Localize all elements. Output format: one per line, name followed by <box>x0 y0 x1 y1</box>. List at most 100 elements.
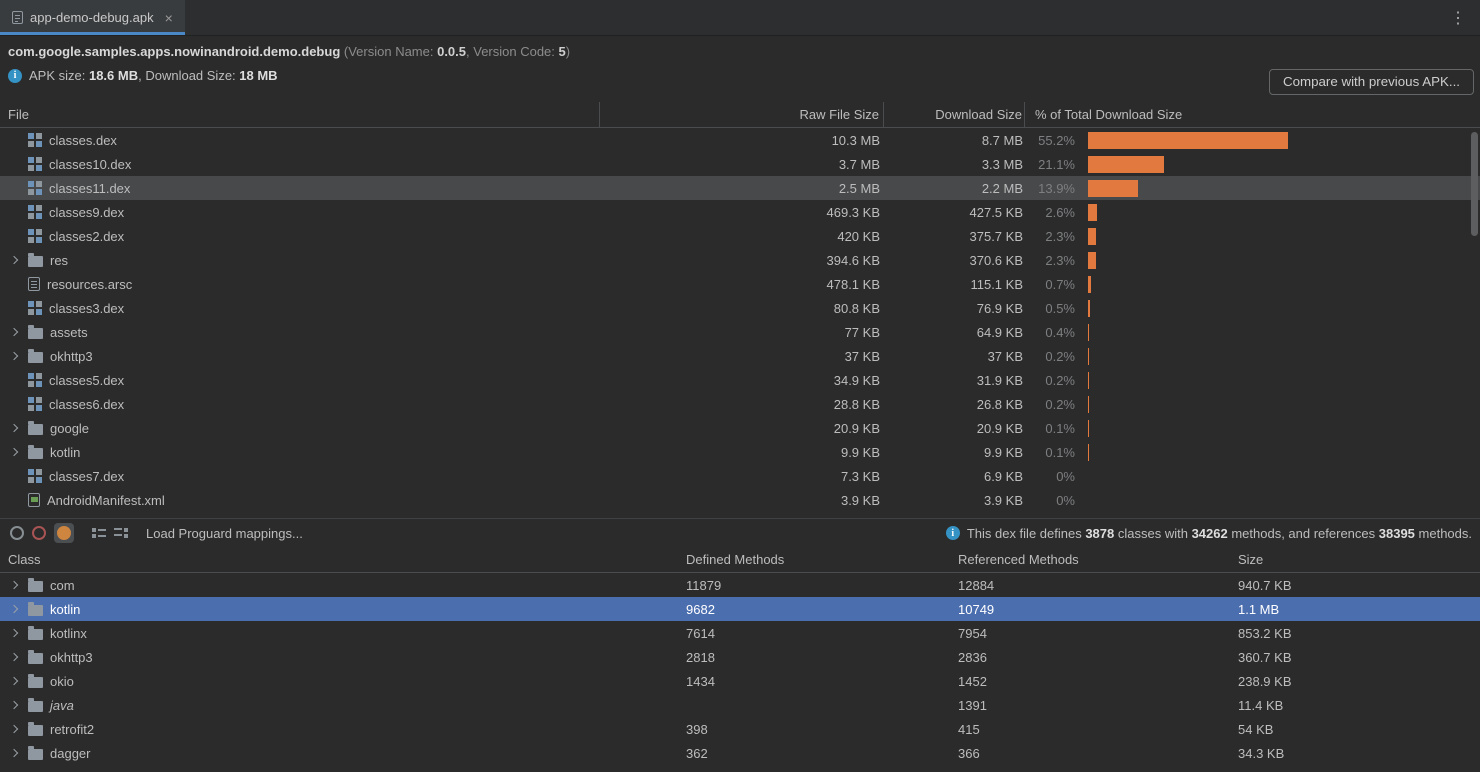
more-options-icon[interactable]: ⋮ <box>1436 8 1480 28</box>
file-cell: classes2.dex <box>0 229 600 244</box>
percent-cell: 13.9% <box>1025 181 1081 196</box>
column-header-size[interactable]: Size <box>1230 552 1480 567</box>
percent-bar <box>1088 324 1089 341</box>
version-suffix: ) <box>566 44 570 59</box>
download-size-label: , Download Size: <box>138 68 239 83</box>
file-table-row[interactable]: classes7.dex 7.3 KB 6.9 KB 0% <box>0 464 1480 488</box>
chevron-right-icon[interactable] <box>10 677 18 685</box>
file-table-row[interactable]: classes9.dex 469.3 KB 427.5 KB 2.6% <box>0 200 1480 224</box>
class-table-row[interactable]: kotlinx 7614 7954 853.2 KB <box>0 621 1480 645</box>
size-cell: 34.3 KB <box>1230 746 1480 761</box>
file-table-row[interactable]: kotlin 9.9 KB 9.9 KB 0.1% <box>0 440 1480 464</box>
file-table-row[interactable]: okhttp3 37 KB 37 KB 0.2% <box>0 344 1480 368</box>
file-name: classes7.dex <box>49 469 124 484</box>
chevron-right-icon[interactable] <box>10 424 18 432</box>
chevron-right-icon[interactable] <box>10 749 18 757</box>
percent-cell: 0.4% <box>1025 325 1081 340</box>
file-name: google <box>50 421 89 436</box>
file-name: classes3.dex <box>49 301 124 316</box>
percent-cell: 0.1% <box>1025 421 1081 436</box>
chevron-right-icon[interactable] <box>10 352 18 360</box>
defined-methods-cell: 7614 <box>678 626 950 641</box>
column-header-percent[interactable]: % of Total Download Size <box>1025 102 1480 127</box>
filter-methods-icon[interactable] <box>32 526 46 540</box>
percent-bar-cell <box>1081 152 1480 176</box>
column-header-raw-size[interactable]: Raw File Size <box>600 102 884 127</box>
column-header-referenced-methods[interactable]: Referenced Methods <box>950 552 1230 567</box>
file-icon <box>28 133 42 147</box>
file-name: classes.dex <box>49 133 117 148</box>
file-table-row[interactable]: classes3.dex 80.8 KB 76.9 KB 0.5% <box>0 296 1480 320</box>
chevron-right-icon[interactable] <box>10 701 18 709</box>
percent-cell: 21.1% <box>1025 157 1081 172</box>
file-name: okhttp3 <box>50 349 93 364</box>
column-header-class[interactable]: Class <box>0 552 678 567</box>
raw-size-cell: 3.9 KB <box>600 493 884 508</box>
dex-info-prefix: This dex file defines <box>967 526 1086 541</box>
file-table-row[interactable]: classes6.dex 28.8 KB 26.8 KB 0.2% <box>0 392 1480 416</box>
package-folder-icon <box>28 701 43 712</box>
collapse-all-icon[interactable] <box>114 526 128 540</box>
percent-bar <box>1088 180 1138 197</box>
file-table-row[interactable]: resources.arsc 478.1 KB 115.1 KB 0.7% <box>0 272 1480 296</box>
class-table-row[interactable]: okhttp3 2818 2836 360.7 KB <box>0 645 1480 669</box>
package-line: com.google.samples.apps.nowinandroid.dem… <box>8 44 1472 59</box>
chevron-right-icon[interactable] <box>10 629 18 637</box>
class-table-row[interactable]: dagger 362 366 34.3 KB <box>0 741 1480 765</box>
percent-bar-cell <box>1081 200 1480 224</box>
file-table-row[interactable]: res 394.6 KB 370.6 KB 2.3% <box>0 248 1480 272</box>
class-table-row[interactable]: java 1391 11.4 KB <box>0 693 1480 717</box>
column-header-defined-methods[interactable]: Defined Methods <box>678 552 950 567</box>
class-table-row[interactable]: retrofit2 398 415 54 KB <box>0 717 1480 741</box>
file-icon <box>28 469 42 483</box>
class-table-row[interactable]: kotlin 9682 10749 1.1 MB <box>0 597 1480 621</box>
vertical-scrollbar[interactable] <box>1471 132 1478 236</box>
column-header-file[interactable]: File <box>0 102 600 127</box>
filter-classes-icon[interactable] <box>10 526 24 540</box>
apk-size-value: 18.6 MB <box>89 68 138 83</box>
chevron-right-icon[interactable] <box>10 256 18 264</box>
close-icon[interactable]: × <box>165 11 173 25</box>
class-table-row[interactable]: com 11879 12884 940.7 KB <box>0 573 1480 597</box>
file-icon <box>28 256 43 267</box>
file-table-row[interactable]: classes11.dex 2.5 MB 2.2 MB 13.9% <box>0 176 1480 200</box>
raw-size-cell: 34.9 KB <box>600 373 884 388</box>
file-icon <box>28 448 43 459</box>
chevron-right-icon[interactable] <box>10 725 18 733</box>
file-cell: classes11.dex <box>0 181 600 196</box>
package-name: kotlin <box>50 602 80 617</box>
file-table-row[interactable]: classes.dex 10.3 MB 8.7 MB 55.2% <box>0 128 1480 152</box>
file-table-row[interactable]: classes2.dex 420 KB 375.7 KB 2.3% <box>0 224 1480 248</box>
class-cell: okio <box>0 674 678 689</box>
file-icon <box>28 205 42 219</box>
percent-cell: 0.7% <box>1025 277 1081 292</box>
download-size-cell: 31.9 KB <box>884 373 1025 388</box>
filter-fields-toggle[interactable] <box>54 523 74 543</box>
defined-methods-cell: 11879 <box>678 578 950 593</box>
compare-apk-button[interactable]: Compare with previous APK... <box>1269 69 1474 95</box>
class-table-row[interactable]: okio 1434 1452 238.9 KB <box>0 669 1480 693</box>
file-table-row[interactable]: assets 77 KB 64.9 KB 0.4% <box>0 320 1480 344</box>
column-header-download-size[interactable]: Download Size <box>884 102 1025 127</box>
dex-toolbar: Load Proguard mappings... i This dex fil… <box>0 518 1480 547</box>
tab-apk[interactable]: app-demo-debug.apk × <box>0 0 185 35</box>
chevron-right-icon[interactable] <box>10 653 18 661</box>
chevron-right-icon[interactable] <box>10 581 18 589</box>
load-proguard-link[interactable]: Load Proguard mappings... <box>146 526 303 541</box>
class-table-body: com 11879 12884 940.7 KB kotlin 9682 107… <box>0 573 1480 765</box>
percent-cell: 0.5% <box>1025 301 1081 316</box>
file-table-row[interactable]: AndroidManifest.xml 3.9 KB 3.9 KB 0% <box>0 488 1480 512</box>
apk-header: com.google.samples.apps.nowinandroid.dem… <box>0 36 1480 102</box>
expand-all-icon[interactable] <box>92 526 106 540</box>
file-table-row[interactable]: classes5.dex 34.9 KB 31.9 KB 0.2% <box>0 368 1480 392</box>
percent-bar-cell <box>1081 320 1480 344</box>
referenced-methods-cell: 415 <box>950 722 1230 737</box>
file-table-row[interactable]: google 20.9 KB 20.9 KB 0.1% <box>0 416 1480 440</box>
percent-bar-cell <box>1081 464 1480 488</box>
percent-cell: 0.2% <box>1025 397 1081 412</box>
chevron-right-icon[interactable] <box>10 605 18 613</box>
class-cell: dagger <box>0 746 678 761</box>
chevron-right-icon[interactable] <box>10 448 18 456</box>
file-table-row[interactable]: classes10.dex 3.7 MB 3.3 MB 21.1% <box>0 152 1480 176</box>
chevron-right-icon[interactable] <box>10 328 18 336</box>
